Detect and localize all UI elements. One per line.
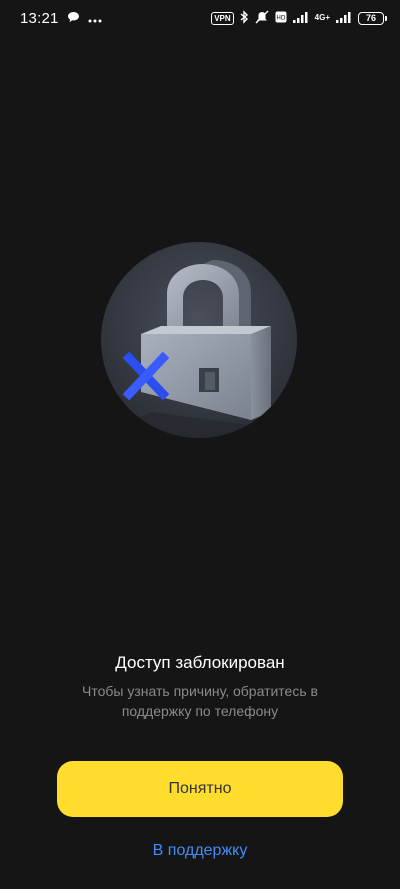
signal-icon [292,10,309,26]
vpn-badge: VPN [211,11,234,25]
padlock-blocked-icon [101,242,297,438]
blocked-access-screen: 13:21 VPN HD 4G+ 76 Доступ заблокирован … [0,0,400,889]
network-type: 4G+ [314,13,330,22]
status-right: VPN HD 4G+ 76 [211,9,387,27]
chat-bubble-icon [67,10,80,26]
muted-bell-icon [255,10,269,27]
understood-button[interactable]: Понятно [57,761,343,817]
bluetooth-icon [240,9,249,27]
status-left: 13:21 [20,10,102,27]
more-dots-icon [88,10,102,26]
svg-text:HD: HD [276,15,286,22]
page-title: Доступ заблокирован [115,653,285,672]
status-bar: 13:21 VPN HD 4G+ 76 [0,0,400,36]
signal-icon-2 [336,10,352,26]
support-link[interactable]: В поддержку [0,842,400,860]
page-subtitle: Чтобы узнать причину, обратитесь в подде… [82,683,318,719]
volte-icon: HD [275,10,287,26]
status-time: 13:21 [20,9,59,27]
battery-level: 76 [365,13,376,23]
battery-indicator: 76 [358,11,387,25]
